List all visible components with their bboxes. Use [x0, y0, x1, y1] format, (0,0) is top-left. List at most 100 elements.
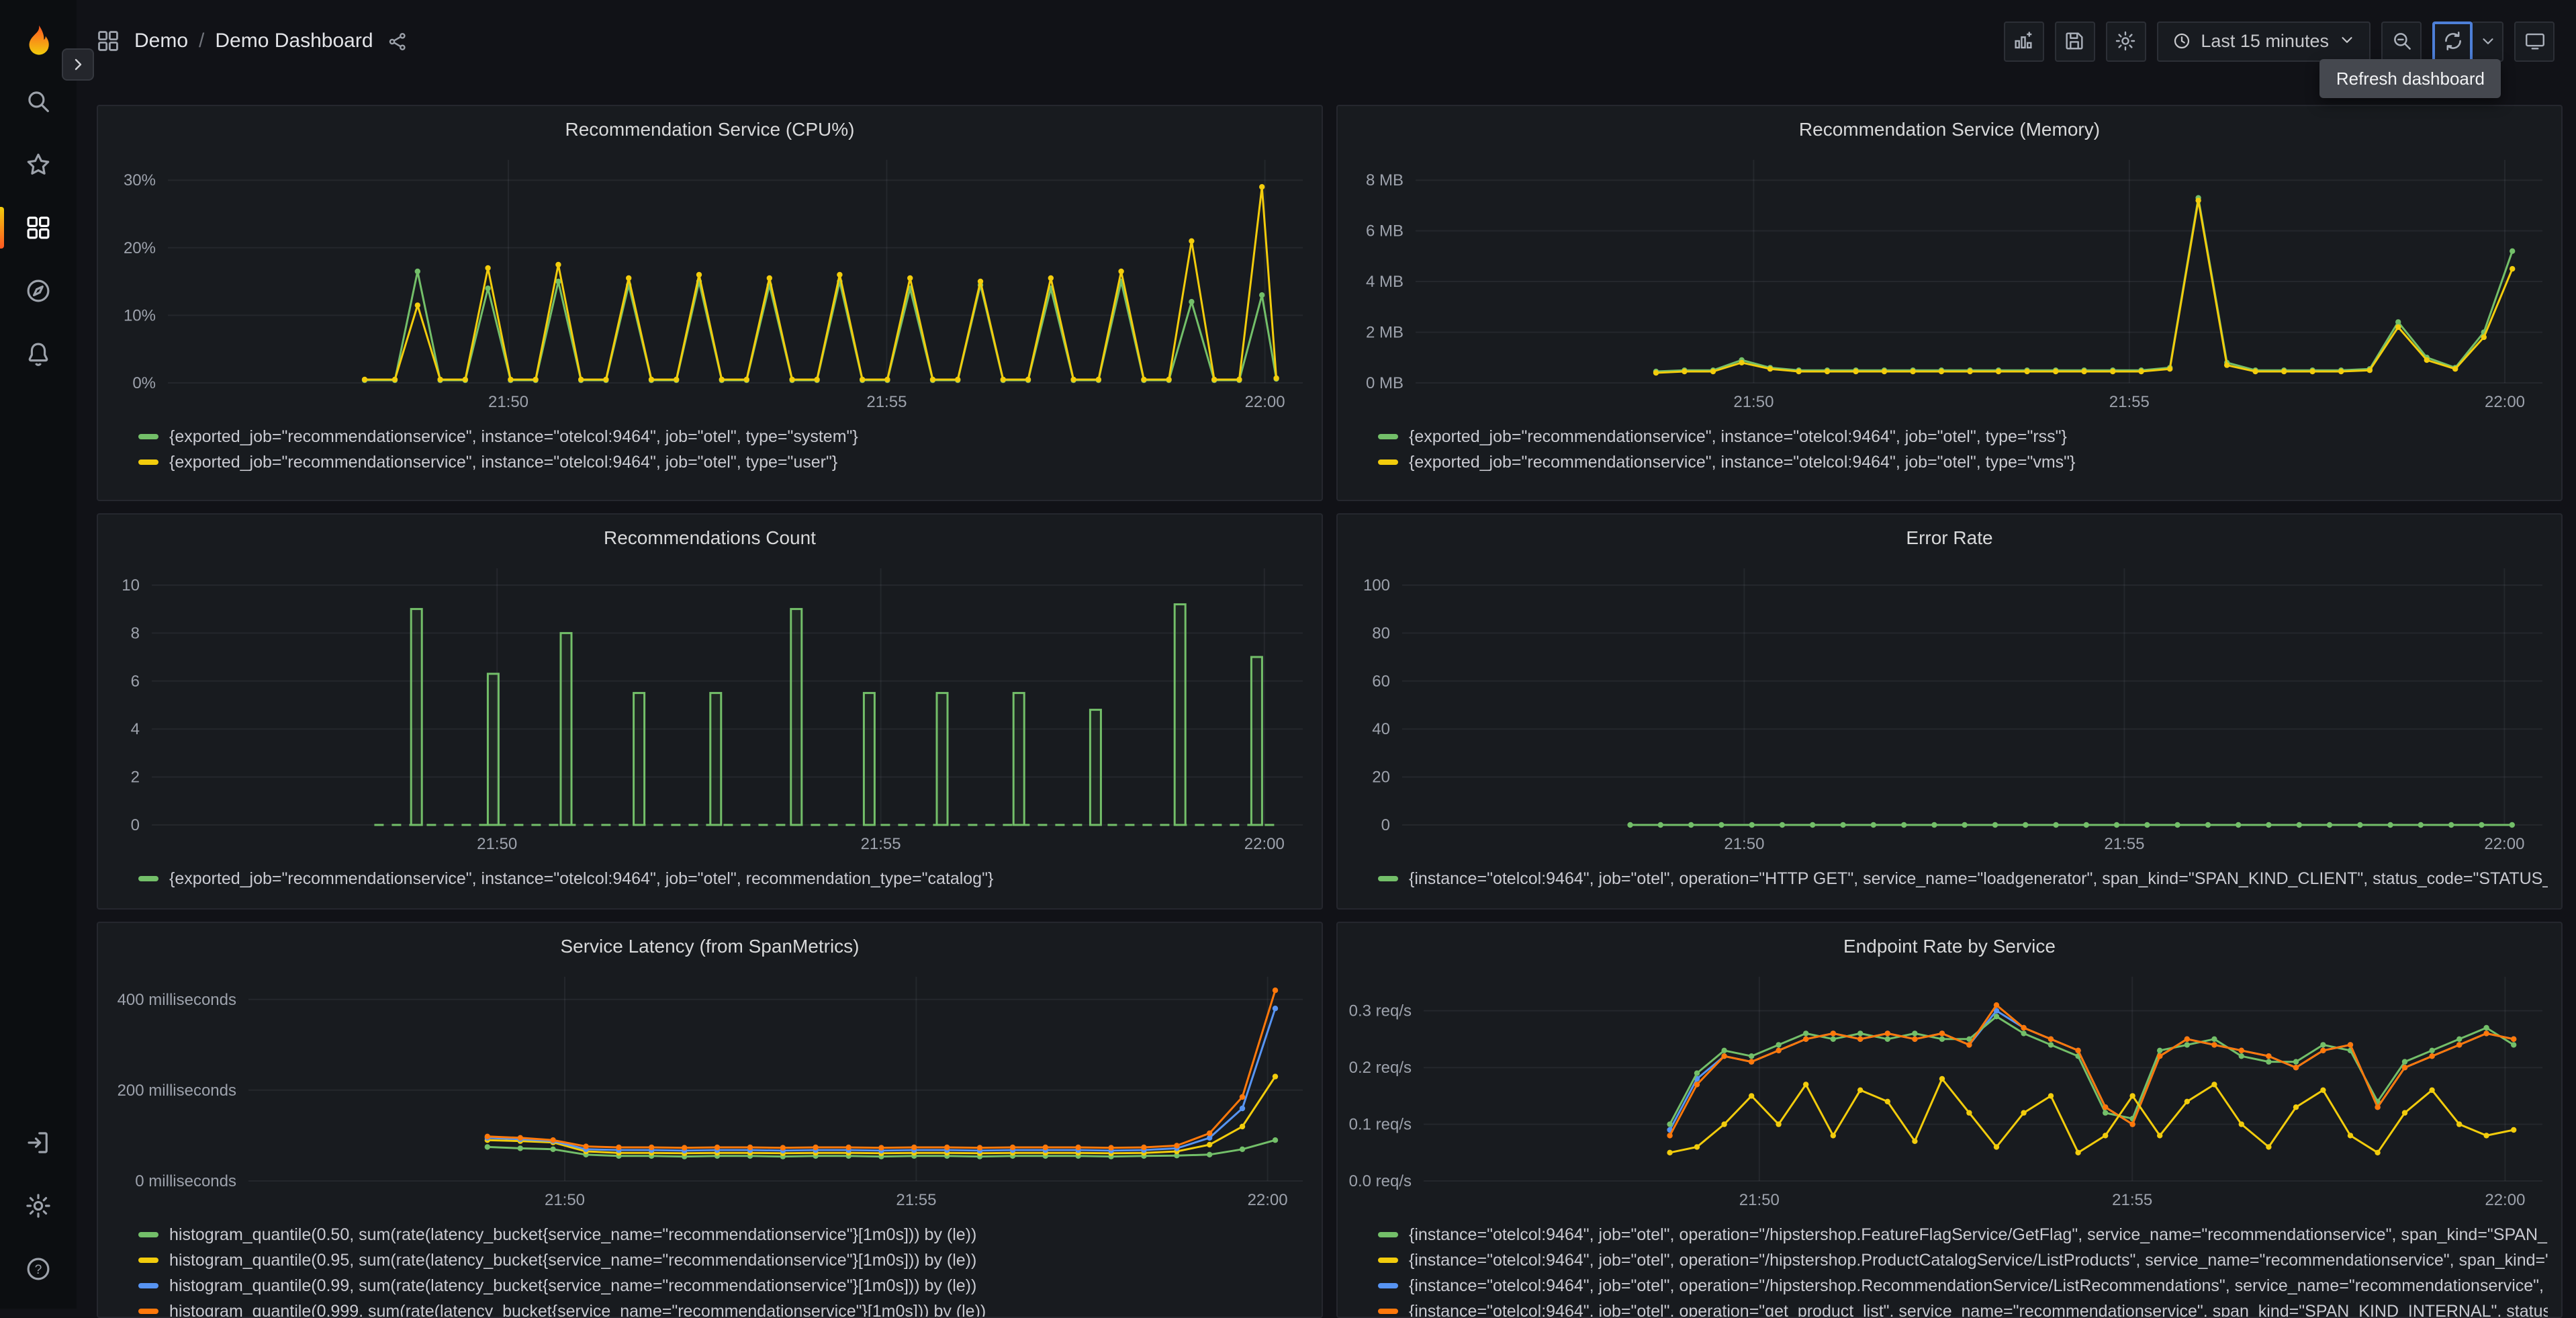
breadcrumb-folder[interactable]: Demo: [134, 30, 188, 52]
sidebar-item-alerting[interactable]: [0, 322, 77, 386]
toolbar: Last 15 minutes: [2003, 21, 2555, 61]
panel-recommendations-count: Recommendations Count 0 2 4 6 8 10 21:50 21:55 2…: [97, 513, 1323, 910]
legend-item[interactable]: {instance="otelcol:9464", job="otel", op…: [1378, 865, 2548, 891]
zoom-out-time-button[interactable]: [2381, 21, 2422, 61]
legend-item[interactable]: {instance="otelcol:9464", job="otel", op…: [1378, 1272, 2548, 1298]
count-chart[interactable]: 0 2 4 6 8 10 21:50 21:55 22:00: [98, 555, 1322, 860]
chevron-down-icon: [2338, 30, 2356, 52]
legend-label: {exported_job="recommendationservice", i…: [169, 452, 838, 471]
svg-text:21:55: 21:55: [2112, 1191, 2152, 1209]
gear-icon: [2116, 31, 2135, 51]
time-range-picker[interactable]: Last 15 minutes: [2156, 21, 2371, 61]
panel-title[interactable]: Recommendation Service (CPU%): [98, 117, 1322, 141]
legend-label: {instance="otelcol:9464", job="otel", op…: [1409, 1276, 2548, 1294]
svg-text:21:55: 21:55: [2104, 835, 2144, 853]
legend-item[interactable]: {exported_job="recommendationservice", i…: [1378, 449, 2548, 474]
svg-text:0.3 req/s: 0.3 req/s: [1349, 1002, 1412, 1020]
refresh-tooltip: Refresh dashboard: [2319, 59, 2501, 98]
legend-item[interactable]: histogram_quantile(0.50, sum(rate(latenc…: [138, 1221, 1308, 1247]
legend-item[interactable]: {exported_job="recommendationservice", i…: [138, 449, 1308, 474]
svg-text:22:00: 22:00: [1245, 393, 1285, 411]
legend-label: {instance="otelcol:9464", job="otel", op…: [1409, 1250, 2548, 1269]
svg-text:22:00: 22:00: [1244, 835, 1285, 853]
sidebar-item-explore[interactable]: [0, 259, 77, 322]
sidebar-item-dashboards[interactable]: [0, 196, 77, 259]
panel-title[interactable]: Endpoint Rate by Service: [1338, 934, 2561, 958]
breadcrumb-dashboard-title[interactable]: Demo Dashboard: [215, 30, 373, 52]
legend-item[interactable]: {exported_job="recommendationservice", i…: [138, 865, 1308, 891]
top-navbar: Demo / Demo Dashboard Last 15 minutes Re…: [77, 0, 2576, 98]
cycle-view-mode-button[interactable]: [2514, 21, 2555, 61]
sidebar-item-help[interactable]: ?: [0, 1237, 77, 1301]
legend-swatch: [138, 875, 158, 881]
share-dashboard-button[interactable]: [387, 30, 408, 52]
legend-item[interactable]: histogram_quantile(0.99, sum(rate(latenc…: [138, 1272, 1308, 1298]
sidebar-item-sign-in[interactable]: [0, 1111, 77, 1174]
legend-item[interactable]: {exported_job="recommendationservice", i…: [138, 423, 1308, 449]
error-rate-chart[interactable]: 0 20 40 60 80 100 21:50 21:55 22:00: [1338, 555, 2561, 860]
panel-service-latency: Service Latency (from SpanMetrics) 0 mil…: [97, 922, 1323, 1318]
refresh-button-group: [2432, 21, 2503, 61]
svg-text:40: 40: [1372, 720, 1390, 738]
bell-icon: [28, 343, 48, 366]
legend-swatch: [1378, 433, 1398, 439]
panel-title[interactable]: Recommendation Service (Memory): [1338, 117, 2561, 141]
svg-text:0: 0: [131, 816, 140, 834]
legend-label: histogram_quantile(0.999, sum(rate(laten…: [169, 1301, 986, 1317]
legend-label: histogram_quantile(0.95, sum(rate(latenc…: [169, 1250, 977, 1269]
chart-svg: 0 MB 2 MB 4 MB 6 MB 8 MB 21:50 21:55 22:00: [1366, 160, 2542, 411]
panel-legend: histogram_quantile(0.50, sum(rate(latenc…: [98, 1216, 1322, 1317]
legend-item[interactable]: {instance="otelcol:9464", job="otel", op…: [1378, 1298, 2548, 1317]
panel-recommendation-cpu: Recommendation Service (CPU%) 0% 10% 20% 30…: [97, 105, 1323, 501]
save-icon: [2066, 32, 2083, 50]
legend-swatch: [138, 1282, 158, 1288]
panel-title[interactable]: Error Rate: [1338, 525, 2561, 550]
legend-item[interactable]: histogram_quantile(0.999, sum(rate(laten…: [138, 1298, 1308, 1317]
legend-label: {exported_job="recommendationservice", i…: [1409, 427, 2067, 445]
chart-svg: 0% 10% 20% 30% 21:50 21:55 22:00: [124, 160, 1303, 411]
panel-recommendation-memory: Recommendation Service (Memory) 0 MB 2 MB…: [1336, 105, 2563, 501]
legend-label: {exported_job="recommendationservice", i…: [169, 427, 858, 445]
legend-item[interactable]: {instance="otelcol:9464", job="otel", op…: [1378, 1221, 2548, 1247]
svg-text:0 milliseconds: 0 milliseconds: [135, 1172, 236, 1190]
panel-title[interactable]: Recommendations Count: [98, 525, 1322, 550]
svg-text:22:00: 22:00: [2485, 1191, 2525, 1209]
memory-chart[interactable]: 0 MB 2 MB 4 MB 6 MB 8 MB 21:50 21:55 22:00: [1338, 146, 2561, 418]
svg-text:21:55: 21:55: [866, 393, 907, 411]
panel-error-rate: Error Rate 0 20 40 60 80 100 21:50 21:55 22:00 {…: [1336, 513, 2563, 910]
main-column: Demo / Demo Dashboard Last 15 minutes Re…: [77, 0, 2576, 1318]
refresh-interval-dropdown[interactable]: [2471, 21, 2503, 61]
share-icon: [389, 32, 406, 50]
svg-text:2 MB: 2 MB: [1366, 324, 1404, 342]
save-dashboard-button[interactable]: [2054, 21, 2095, 61]
sidebar-item-starred[interactable]: [0, 133, 77, 196]
svg-text:0: 0: [1381, 816, 1390, 834]
panel-grid: Recommendation Service (CPU%) 0% 10% 20% 30…: [97, 105, 2563, 1318]
chart-svg: 0.0 req/s 0.1 req/s 0.2 req/s 0.3 req/s 21:5…: [1349, 977, 2542, 1209]
monitor-icon: [2525, 33, 2544, 50]
legend-label: {instance="otelcol:9464", job="otel", op…: [1409, 1301, 2548, 1317]
svg-text:21:50: 21:50: [1739, 1191, 1780, 1209]
dashboard-settings-button[interactable]: [2105, 21, 2146, 61]
cpu-chart[interactable]: 0% 10% 20% 30% 21:50 21:55 22:00: [98, 146, 1322, 418]
svg-text:21:55: 21:55: [2109, 393, 2150, 411]
sidebar-item-configuration[interactable]: [0, 1174, 77, 1237]
expand-sidebar-button[interactable]: [62, 48, 94, 81]
legend-item[interactable]: {instance="otelcol:9464", job="otel", op…: [1378, 1247, 2548, 1272]
add-panel-button[interactable]: [2003, 21, 2044, 61]
svg-text:22:00: 22:00: [2485, 393, 2525, 411]
refresh-dashboard-button[interactable]: [2432, 21, 2473, 61]
panel-title[interactable]: Service Latency (from SpanMetrics): [98, 934, 1322, 958]
legend-swatch: [138, 1257, 158, 1262]
legend-swatch: [1378, 459, 1398, 464]
svg-text:10%: 10%: [124, 306, 156, 324]
svg-text:21:50: 21:50: [488, 393, 528, 411]
latency-chart[interactable]: 0 milliseconds 200 milliseconds 400 millis…: [98, 963, 1322, 1216]
legend-item[interactable]: histogram_quantile(0.95, sum(rate(latenc…: [138, 1247, 1308, 1272]
dashboard-content: Recommendation Service (CPU%) 0% 10% 20% 30…: [77, 82, 2576, 1318]
legend-item[interactable]: {exported_job="recommendationservice", i…: [1378, 423, 2548, 449]
endpoint-rate-chart[interactable]: 0.0 req/s 0.1 req/s 0.2 req/s 0.3 req/s 21:5…: [1338, 963, 2561, 1216]
apps-grid-icon: [95, 28, 121, 54]
svg-text:0.2 req/s: 0.2 req/s: [1349, 1059, 1412, 1077]
legend-swatch: [1378, 1257, 1398, 1262]
